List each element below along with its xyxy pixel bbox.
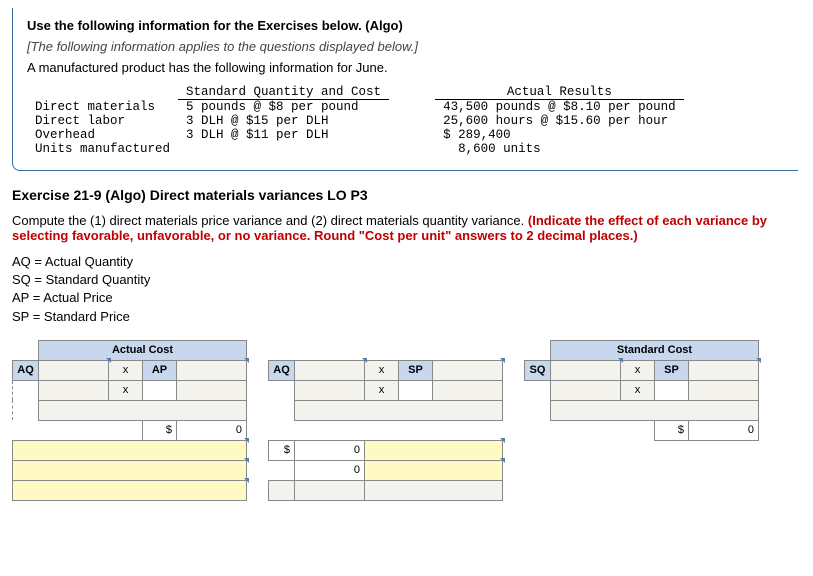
blank-cell[interactable] <box>39 400 247 420</box>
variance-name-1[interactable] <box>13 440 247 460</box>
row-act: $ 289,400 <box>435 128 684 142</box>
intro-line1: Use the following information for the Ex… <box>27 18 784 33</box>
blank-cell[interactable] <box>551 380 621 400</box>
row-std: 5 pounds @ $8 per pound <box>178 100 389 115</box>
variance-amount-1: 0 <box>295 440 365 460</box>
def-aq: AQ = Actual Quantity <box>12 253 798 271</box>
exercise-title: Exercise 21-9 (Algo) Direct materials va… <box>12 187 798 203</box>
header-standard-cost: Standard Cost <box>551 340 759 360</box>
dollar-sign: $ <box>143 420 177 440</box>
times-symbol: x <box>621 380 655 400</box>
times-symbol: x <box>109 360 143 380</box>
times-symbol: x <box>109 380 143 400</box>
row-std: 3 DLH @ $11 per DLH <box>178 128 389 142</box>
blank-cell[interactable] <box>295 480 365 500</box>
intro-line2: [The following information applies to th… <box>27 39 784 54</box>
lbl-ap: AP <box>143 360 177 380</box>
lbl-aq: AQ <box>13 360 39 380</box>
times-symbol: x <box>621 360 655 380</box>
intro-line3: A manufactured product has the following… <box>27 60 784 75</box>
blank-cell[interactable] <box>689 380 759 400</box>
prompt-text: Compute the (1) direct materials price v… <box>12 213 528 228</box>
standards-table: Standard Quantity and Cost Actual Result… <box>27 85 684 156</box>
variance-name-3[interactable] <box>13 480 247 500</box>
times-symbol: x <box>365 380 399 400</box>
variance-name-2[interactable] <box>13 460 247 480</box>
lbl-sq: SQ <box>525 360 551 380</box>
lbl-sp: SP <box>399 360 433 380</box>
row-label: Direct labor <box>27 114 178 128</box>
exercise-prompt: Compute the (1) direct materials price v… <box>12 213 798 243</box>
sq-input[interactable] <box>551 360 621 380</box>
blank-cell[interactable] <box>295 380 365 400</box>
row-std: 3 DLH @ $15 per DLH <box>178 114 389 128</box>
lbl-aq: AQ <box>269 360 295 380</box>
row-label: Overhead <box>27 128 178 142</box>
variance-effect-1[interactable] <box>365 440 503 460</box>
sp-input-1[interactable] <box>433 360 503 380</box>
variance-effect-2[interactable] <box>365 460 503 480</box>
ap-input-1[interactable] <box>177 360 247 380</box>
lbl-sp: SP <box>655 360 689 380</box>
blank-cell[interactable] <box>39 380 109 400</box>
variance-amount-2: 0 <box>295 460 365 480</box>
def-sq: SQ = Standard Quantity <box>12 271 798 289</box>
info-panel: Use the following information for the Ex… <box>12 8 798 171</box>
variance-grid: Actual Cost Standard Cost AQ x AP AQ x S… <box>12 340 759 501</box>
col-head-standard: Standard Quantity and Cost <box>178 85 389 100</box>
row-std <box>178 142 389 156</box>
col-head-actual: Actual Results <box>435 85 684 100</box>
row-act: 43,500 pounds @ $8.10 per pound <box>435 100 684 115</box>
def-sp: SP = Standard Price <box>12 308 798 326</box>
blank-cell[interactable] <box>551 400 759 420</box>
variable-definitions: AQ = Actual Quantity SQ = Standard Quant… <box>12 253 798 326</box>
total-standard: 0 <box>689 420 759 440</box>
blank-cell[interactable] <box>365 480 503 500</box>
sp-input-2[interactable] <box>689 360 759 380</box>
aq-input-1[interactable] <box>39 360 109 380</box>
header-actual-cost: Actual Cost <box>39 340 247 360</box>
blank-cell[interactable] <box>433 380 503 400</box>
row-act: 8,600 units <box>435 142 684 156</box>
dollar-sign: $ <box>269 440 295 460</box>
row-label: Units manufactured <box>27 142 178 156</box>
row-act: 25,600 hours @ $15.60 per hour <box>435 114 684 128</box>
def-ap: AP = Actual Price <box>12 289 798 307</box>
times-symbol: x <box>365 360 399 380</box>
row-label: Direct materials <box>27 100 178 115</box>
blank-cell[interactable] <box>295 400 503 420</box>
total-actual: 0 <box>177 420 247 440</box>
blank-cell[interactable] <box>177 380 247 400</box>
blank-cell[interactable] <box>269 480 295 500</box>
dollar-sign: $ <box>655 420 689 440</box>
aq-input-2[interactable] <box>295 360 365 380</box>
